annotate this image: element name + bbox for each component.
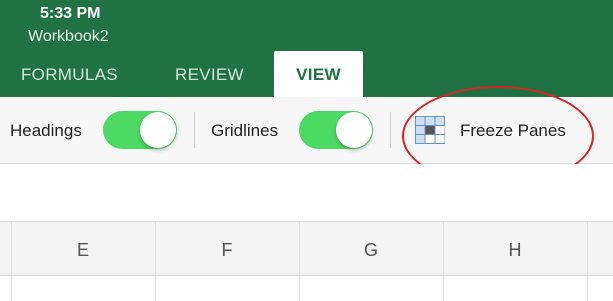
freeze-panes-button[interactable]: Freeze Panes bbox=[415, 116, 595, 144]
column-header-f[interactable]: F bbox=[155, 222, 299, 275]
grid-line bbox=[587, 276, 588, 301]
headings-label: Headings bbox=[10, 121, 82, 140]
workbook-title[interactable]: Workbook2 bbox=[28, 28, 109, 46]
gridlines-label: Gridlines bbox=[211, 121, 279, 140]
gridlines-toggle-knob bbox=[336, 112, 372, 148]
tab-review[interactable]: REVIEW bbox=[175, 51, 244, 97]
headings-toggle-knob bbox=[140, 112, 176, 148]
ribbon-divider bbox=[390, 112, 391, 148]
freeze-panes-label: Freeze Panes bbox=[460, 121, 566, 140]
freeze-panes-icon bbox=[415, 116, 445, 144]
app-header: 5:33 PM Workbook2 FORMULAS REVIEW VIEW bbox=[0, 0, 613, 99]
status-time: 5:33 PM bbox=[40, 5, 101, 22]
column-headers: E F G H bbox=[0, 221, 613, 276]
tab-formulas[interactable]: FORMULAS bbox=[21, 51, 118, 97]
column-header-e[interactable]: E bbox=[11, 222, 155, 275]
formula-bar[interactable] bbox=[0, 164, 613, 220]
headings-toggle[interactable] bbox=[103, 111, 177, 149]
grid-line bbox=[11, 276, 12, 301]
ribbon-divider bbox=[194, 112, 195, 148]
column-header-h[interactable]: H bbox=[443, 222, 587, 275]
tab-view[interactable]: VIEW bbox=[274, 51, 363, 99]
gridlines-toggle[interactable] bbox=[299, 111, 373, 149]
column-header-g[interactable]: G bbox=[299, 222, 443, 275]
column-divider bbox=[587, 222, 588, 275]
grid-line bbox=[299, 276, 300, 301]
grid-line bbox=[443, 276, 444, 301]
grid-line bbox=[155, 276, 156, 301]
view-ribbon: Headings Gridlines Freeze Panes bbox=[0, 97, 613, 164]
